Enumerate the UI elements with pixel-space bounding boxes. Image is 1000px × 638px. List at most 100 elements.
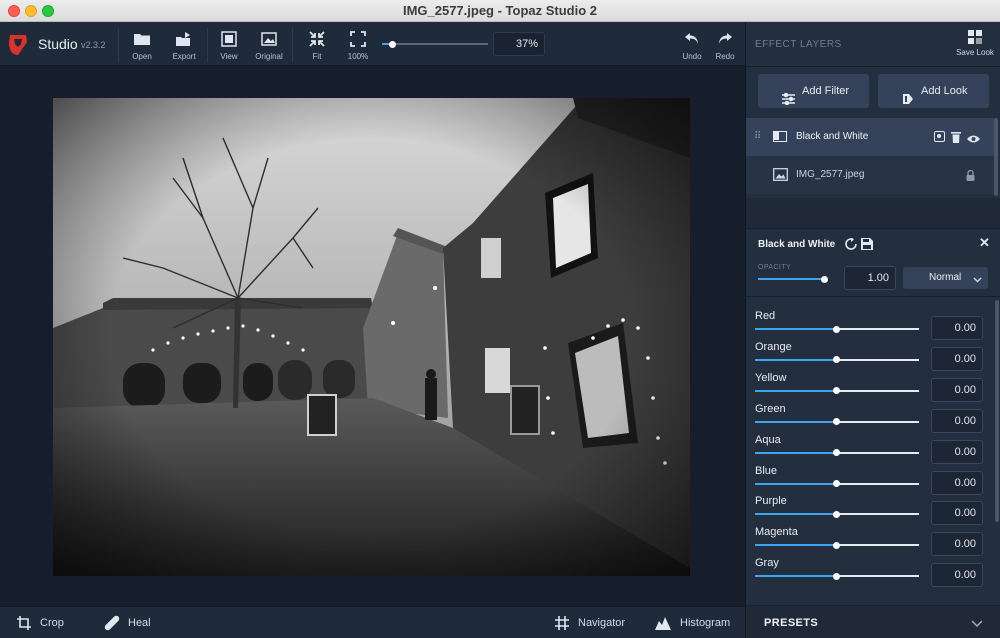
add-filter-button[interactable]: Add Filter [758,74,869,108]
histogram-label: Histogram [680,617,731,629]
adjustment-row-gray: Gray 0.00 [746,557,994,588]
layer-name: Black and White [796,131,869,142]
adjustment-slider[interactable] [755,356,919,364]
adjustment-slider[interactable] [755,449,919,457]
adjustment-label: Green [755,402,786,415]
trash-icon[interactable] [951,130,961,148]
zoom-value-field[interactable]: 37% [493,32,545,56]
adjustment-value-field[interactable]: 0.00 [931,501,983,526]
open-label: Open [132,52,152,61]
save-preset-icon[interactable] [861,237,873,255]
adjustment-label: Aqua [755,433,781,446]
photo-preview[interactable] [53,98,690,576]
adjustment-row-yellow: Yellow 0.00 [746,372,994,402]
adjustment-value-field[interactable]: 0.00 [931,439,983,464]
zoom-100-label: 100% [347,52,369,61]
panel-divider [746,66,1000,67]
opacity-value-field[interactable]: 1.00 [844,266,896,290]
save-look-icon [968,30,982,49]
chevron-down-icon [971,616,983,634]
opacity-slider-fill [758,278,824,280]
zoom-slider[interactable] [382,40,488,48]
close-filter-button[interactable]: ✕ [979,235,990,251]
adjustment-value-field[interactable]: 0.00 [931,532,983,557]
histogram-icon [655,615,671,636]
reset-icon[interactable] [845,237,857,255]
view-icon [221,31,237,52]
chevron-down-icon [973,271,982,289]
adjustments-scrollbar[interactable] [995,300,999,522]
adjustment-row-purple: Purple 0.00 [746,495,994,526]
add-filter-label: Add Filter [802,85,850,97]
app-version: v2.3.2 [81,40,106,50]
layer-item-black-and-white[interactable]: ⠿ Black and White [746,118,994,156]
adjustment-value-field[interactable]: 0.00 [931,563,983,588]
redo-button[interactable]: Redo [705,26,745,64]
adjustment-value-field[interactable]: 0.00 [931,346,983,371]
add-look-label: Add Look [921,85,968,97]
original-label: Original [255,52,283,61]
view-button[interactable]: View [209,26,249,64]
adjustment-value-field[interactable]: 0.00 [931,470,983,495]
redo-label: Redo [715,52,735,61]
adjustment-row-green: Green 0.00 [746,403,994,433]
crop-button[interactable]: Crop [14,607,74,638]
zoom-slider-handle[interactable] [389,40,397,48]
navigator-label: Navigator [578,617,626,629]
blend-mode-select[interactable]: Normal [903,267,988,289]
adjustment-slider-handle[interactable] [833,325,840,333]
layers-scrollbar[interactable] [994,118,998,196]
adjustment-slider-handle[interactable] [833,387,840,395]
original-button[interactable]: Original [249,26,289,64]
zoom-100-button[interactable]: 100% [338,26,378,64]
toolbar-divider [118,28,119,62]
drag-handle-icon[interactable]: ⠿ [754,131,761,142]
layer-item-image[interactable]: IMG_2577.jpeg [746,156,994,194]
adjustment-slider-fill [755,389,837,392]
toolbar-divider [207,28,208,62]
sliders-icon [782,85,795,119]
navigator-button[interactable]: Navigator [552,607,632,638]
adjustment-slider-fill [755,328,837,330]
adjustment-slider[interactable] [755,572,919,580]
adjustment-slider[interactable] [755,418,919,426]
save-look-button[interactable]: Save Look [951,28,999,62]
adjustment-row-red: Red 0.00 [746,310,994,340]
mask-icon[interactable] [934,131,945,142]
export-button[interactable]: Export [164,26,204,64]
adjustment-value-field[interactable]: 0.00 [931,316,983,340]
adjustment-slider-handle[interactable] [833,418,840,426]
adjustment-slider-handle[interactable] [833,572,840,580]
save-look-label: Save Look [956,48,994,57]
add-look-button[interactable]: Add Look [878,74,989,108]
export-icon [176,31,192,52]
adjustment-slider-fill [755,544,837,547]
adjustment-slider-fill [755,420,837,423]
opacity-slider[interactable] [758,275,828,283]
fit-icon [309,31,325,52]
adjustment-slider-handle[interactable] [833,449,840,457]
adjustment-slider[interactable] [755,325,919,333]
adjustment-label: Blue [755,464,778,477]
redo-icon [717,31,733,52]
filter-title: Black and White [758,239,836,250]
adjustment-value-field[interactable]: 0.00 [931,408,983,433]
adjustment-slider-handle[interactable] [833,510,840,518]
adjustment-value-field[interactable]: 0.00 [931,377,983,402]
open-button[interactable]: Open [122,26,162,64]
adjustment-slider-handle[interactable] [833,480,840,487]
adjustment-row-blue: Blue 0.00 [746,465,994,495]
adjustment-slider[interactable] [755,541,919,549]
adjustment-slider[interactable] [755,510,919,518]
adjustment-slider-handle[interactable] [833,356,840,364]
histogram-button[interactable]: Histogram [655,607,740,638]
eye-icon[interactable] [967,131,980,149]
adjustment-slider-handle[interactable] [833,541,840,549]
adjustment-slider-fill [755,513,837,516]
opacity-slider-handle[interactable] [820,275,828,283]
adjustment-slider[interactable] [755,480,919,487]
adjustment-slider[interactable] [755,387,919,395]
fit-button[interactable]: Fit [297,26,337,64]
heal-button[interactable]: Heal [104,607,164,638]
presets-section[interactable]: PRESETS [746,605,1000,638]
